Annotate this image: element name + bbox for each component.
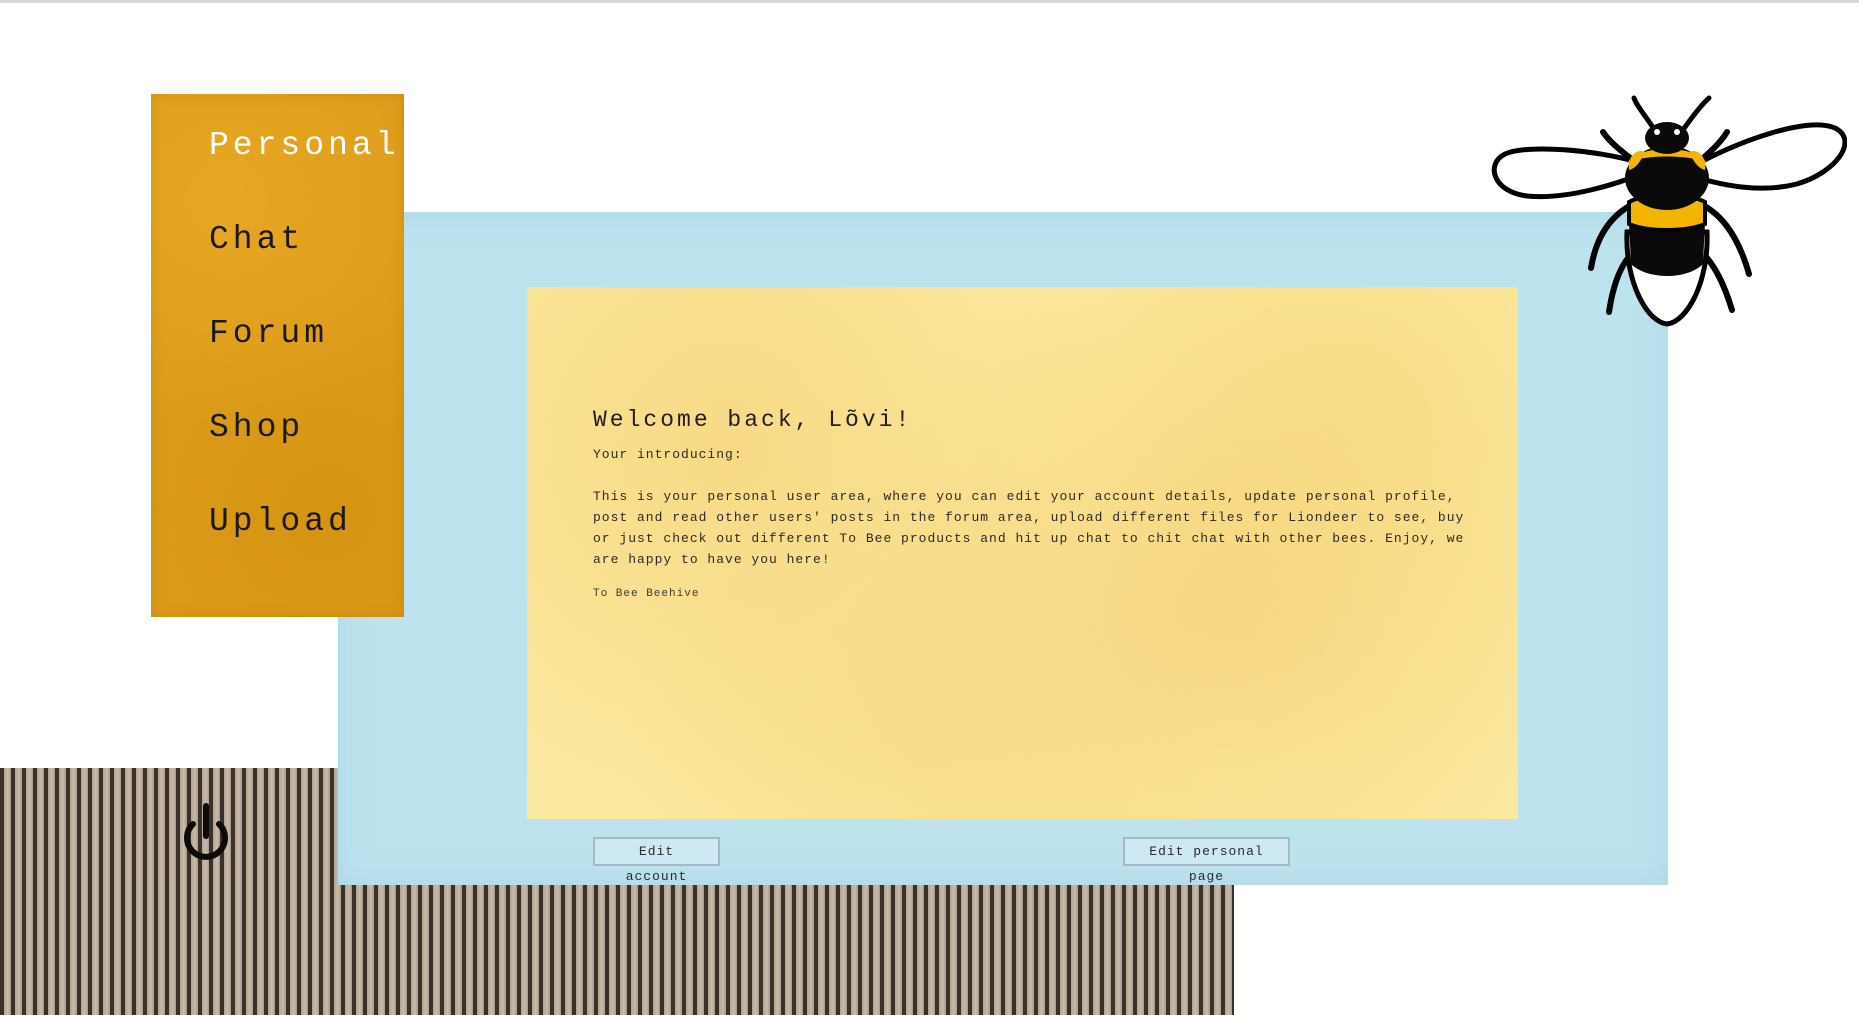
sidebar-nav: Personal Chat Forum Shop Upload	[151, 94, 404, 617]
nav-item-shop[interactable]: Shop	[209, 409, 304, 446]
nav-item-forum[interactable]: Forum	[209, 315, 328, 352]
content-card: Welcome back, Lõvi! Your introducing: Th…	[527, 287, 1518, 819]
bee-illustration	[1491, 95, 1847, 327]
signature: To Bee Beehive	[593, 588, 700, 600]
intro-label: Your introducing:	[593, 447, 743, 462]
nav-item-upload[interactable]: Upload	[209, 503, 352, 540]
top-border-line	[0, 0, 1859, 3]
nav-item-chat[interactable]: Chat	[209, 221, 304, 258]
nav-item-personal[interactable]: Personal	[209, 127, 399, 164]
welcome-heading: Welcome back, Lõvi!	[593, 407, 913, 433]
power-icon[interactable]	[178, 800, 234, 870]
intro-text: This is your personal user area, where y…	[593, 489, 1465, 567]
edit-account-button[interactable]: Edit account	[593, 837, 720, 884]
edit-personal-page-button[interactable]: Edit personal page	[1123, 837, 1290, 884]
